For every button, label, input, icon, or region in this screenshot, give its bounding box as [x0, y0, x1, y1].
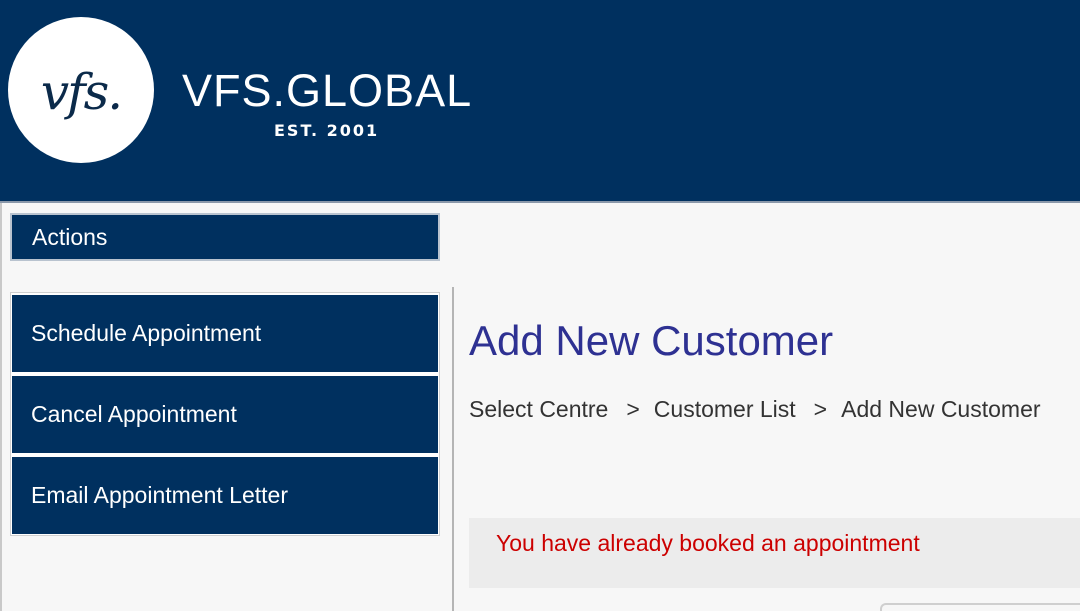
breadcrumb: Select Centre > Customer List > Add New … [469, 396, 1041, 423]
alert-message: You have already booked an appointment [496, 530, 920, 556]
column-divider [452, 287, 454, 611]
form-panel-edge [880, 603, 1080, 611]
logo-badge: vfs. [8, 17, 154, 163]
menu-item-label: Email Appointment Letter [31, 482, 288, 508]
site-header: vfs. VFS.GLOBAL EST. 2001 [0, 0, 1080, 201]
breadcrumb-select-centre[interactable]: Select Centre [469, 396, 608, 423]
menu-item-label: Cancel Appointment [31, 401, 237, 427]
schedule-appointment-link[interactable]: Schedule Appointment [12, 295, 438, 372]
cancel-appointment-link[interactable]: Cancel Appointment [12, 376, 438, 453]
logo-mark: vfs. [40, 63, 123, 121]
breadcrumb-separator: > [813, 396, 828, 422]
email-appointment-letter-link[interactable]: Email Appointment Letter [12, 457, 438, 534]
breadcrumb-current-page: Add New Customer [841, 396, 1041, 422]
vfs-logo[interactable]: vfs. VFS.GLOBAL EST. 2001 [0, 0, 473, 201]
menu-item-label: Schedule Appointment [31, 320, 262, 346]
breadcrumb-customer-list[interactable]: Customer List [654, 396, 796, 423]
brand-name: VFS.GLOBAL [182, 65, 473, 116]
actions-heading: Actions [10, 213, 440, 261]
page-title: Add New Customer [469, 317, 834, 364]
breadcrumb-separator: > [626, 396, 640, 422]
brand-tagline: EST. 2001 [274, 121, 380, 140]
error-alert: You have already booked an appointment [469, 518, 1080, 588]
